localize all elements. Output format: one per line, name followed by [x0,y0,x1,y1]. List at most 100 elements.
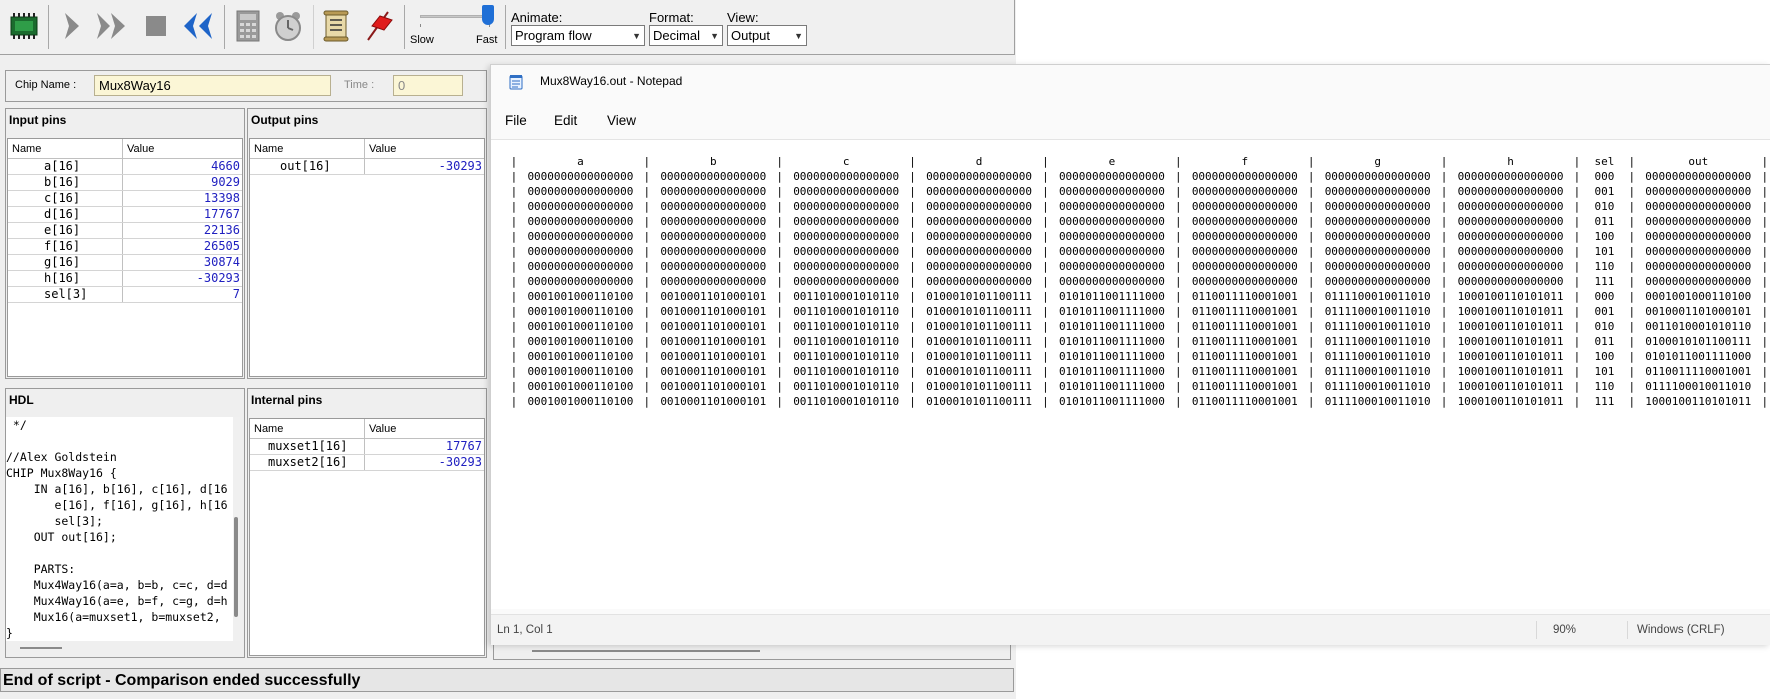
output-column-header: d [975,155,983,168]
column-separator: | [1175,200,1182,213]
pin-value[interactable]: -30293 [365,159,484,174]
hdl-vertical-scrollbar[interactable] [233,417,240,641]
column-separator: | [1175,260,1182,273]
pin-value[interactable]: 4660 [123,159,242,174]
hdl-horizontal-scrollbar[interactable] [20,647,62,649]
pin-row[interactable]: out[16] -30293 [250,159,484,175]
output-cell: 101 [1594,245,1615,258]
output-cell: 0000000000000000 [1645,275,1752,288]
single-step-icon[interactable] [52,6,92,46]
pin-value[interactable]: 13398 [123,191,242,206]
column-separator: | [1175,380,1182,393]
output-cell: 0000000000000000 [1457,185,1564,198]
output-cell: 000 [1594,170,1615,183]
calculator-icon[interactable] [228,6,268,46]
output-cell: 0000000000000000 [1191,260,1298,273]
output-pins-table[interactable]: Name Value out[16] -30293 [249,138,485,377]
chip-icon[interactable] [4,6,44,46]
menu-file[interactable]: File [505,113,527,128]
menu-view[interactable]: View [607,113,636,128]
column-separator: | [1628,335,1636,348]
output-cell: 0000000000000000 [1058,200,1165,213]
script-icon[interactable] [316,6,356,46]
hdl-code-view[interactable]: */ //Alex Goldstein CHIP Mux8Way16 { IN a[… [6,417,233,641]
output-cell: 0101011001111000 [1058,395,1165,408]
hdl-line: } [6,626,13,640]
chevron-down-icon: ▼ [710,30,719,41]
menu-edit[interactable]: Edit [554,113,577,128]
output-cell: 0011010001010110 [793,350,900,363]
output-cell: 0101011001111000 [1058,380,1165,393]
output-cell: 0000000000000000 [1324,200,1431,213]
output-cell: 0010001101000101 [660,365,767,378]
stop-icon[interactable] [136,6,176,46]
pin-row[interactable]: c[16] 13398 [8,191,242,207]
pin-name: sel[3] [8,287,123,302]
speed-slider[interactable]: Slow Fast [410,4,500,50]
pin-row[interactable]: d[16] 17767 [8,207,242,223]
column-separator: | [1628,245,1636,258]
pin-row[interactable]: f[16] 26505 [8,239,242,255]
output-row: | 0001001000110100 | 0010001101000101 | 00110… [509,289,1770,304]
pin-value[interactable]: 17767 [365,439,484,454]
time-label: Time : [344,79,375,91]
animate-dropdown[interactable]: Program flow ▼ [511,25,645,46]
pin-row[interactable]: a[16] 4660 [8,159,242,175]
output-cell: 0111100010011010 [1324,320,1431,333]
column-separator: | [1307,155,1315,168]
column-separator: | [510,185,518,198]
output-cell: 010 [1594,320,1615,333]
pin-row[interactable]: b[16] 9029 [8,175,242,191]
output-cell: 0011010001010110 [793,320,900,333]
animate-value: Program flow [515,28,592,43]
pin-value[interactable]: -30293 [123,271,242,286]
output-cell: 0110011110001001 [1191,365,1298,378]
hdl-line: //Alex Goldstein [6,450,117,464]
rewind-icon[interactable] [178,6,218,46]
pin-row[interactable]: e[16] 22136 [8,223,242,239]
pin-value[interactable]: 30874 [123,255,242,270]
format-dropdown[interactable]: Decimal ▼ [649,25,723,46]
output-horizontal-scrollbar[interactable] [532,650,760,652]
pin-value[interactable]: 26505 [123,239,242,254]
output-cell: 0000000000000000 [527,185,634,198]
input-pins-table[interactable]: Name Value a[16] 4660 b[16] 9029 c[16] 13398 d[… [7,138,243,377]
notepad-title-bar[interactable]: Mux8Way16.out - Notepad [491,65,1770,99]
pin-row[interactable]: sel[3] 7 [8,287,242,303]
speed-slider-thumb[interactable] [482,5,494,25]
pin-row[interactable]: h[16] -30293 [8,271,242,287]
pin-value[interactable]: 22136 [123,223,242,238]
output-cell: 0000000000000000 [1645,215,1752,228]
output-cell: 0000000000000000 [1645,245,1752,258]
clock-icon[interactable] [268,6,308,46]
output-cell: 0000000000000000 [1191,215,1298,228]
pin-row[interactable]: muxset1[16] 17767 [250,439,484,455]
column-separator: | [1307,380,1315,393]
pin-value[interactable]: 9029 [123,175,242,190]
output-cell: 0111100010011010 [1645,380,1752,393]
notepad-text-area[interactable]: | a | b | c | d | e | f | g | h | sel | out | | 00000000000000… [491,139,1770,609]
animate-label: Animate: [511,10,563,25]
column-separator: | [1175,275,1182,288]
internal-pins-table[interactable]: Name Value muxset1[16] 17767 muxset2[16] -30… [249,418,485,656]
pin-row[interactable]: g[16] 30874 [8,255,242,271]
view-dropdown[interactable]: Output ▼ [727,25,807,46]
breakpoint-flag-icon[interactable] [358,6,398,46]
output-cell: 0011010001010110 [1645,320,1752,333]
pin-value[interactable]: 7 [123,287,242,302]
chip-name-field[interactable]: Mux8Way16 [94,75,331,96]
output-cell: 0010001101000101 [660,395,767,408]
output-cell: 0000000000000000 [926,245,1033,258]
output-cell: 0110011110001001 [1191,320,1298,333]
pin-value[interactable]: -30293 [365,455,484,470]
pin-row[interactable]: muxset2[16] -30293 [250,455,484,471]
output-cell: 0110011110001001 [1191,290,1298,303]
column-separator: | [1628,365,1636,378]
column-separator: | [1628,185,1636,198]
column-separator: | [510,230,518,243]
output-cell: 0000000000000000 [1324,245,1431,258]
pin-value[interactable]: 17767 [123,207,242,222]
output-column-header: f [1241,155,1249,168]
fast-forward-icon[interactable] [92,6,132,46]
column-separator: | [909,185,916,198]
